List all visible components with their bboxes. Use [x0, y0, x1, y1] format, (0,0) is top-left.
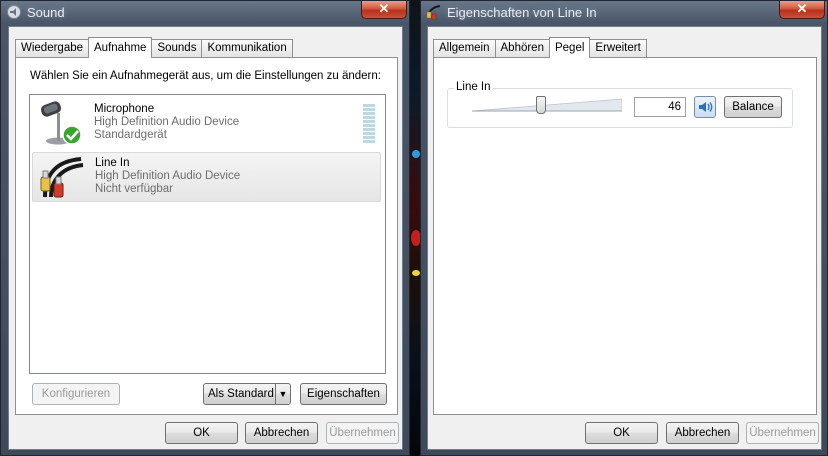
tab-bar: Wiedergabe Aufnahme Sounds Kommunikation [15, 37, 293, 58]
line-in-cable-icon [40, 157, 84, 198]
line-in-properties-window: Eigenschaften von Line In ✕ Allgemein Ab… [420, 0, 828, 456]
mute-toggle-button[interactable] [694, 96, 716, 118]
level-value-field[interactable]: 46 [634, 97, 686, 117]
slider-thumb[interactable] [536, 96, 546, 114]
list-item-line-in[interactable]: Line In High Definition Audio Device Nic… [32, 152, 381, 202]
tab-abhoeren[interactable]: Abhören [494, 39, 550, 57]
cancel-button[interactable]: Abbrechen [666, 422, 739, 444]
dialog-client-area: Allgemein Abhören Pegel Erweitert Line I… [427, 26, 822, 450]
level-slider[interactable] [472, 96, 622, 114]
device-name: Line In [95, 157, 130, 169]
device-name: Microphone [94, 103, 155, 115]
set-default-button[interactable]: Als Standard ▼ [203, 383, 291, 405]
tab-panel: Wählen Sie ein Aufnahmegerät aus, um die… [15, 57, 398, 415]
desktop-decoration [412, 270, 420, 276]
ok-button[interactable]: OK [585, 422, 658, 444]
tab-wiedergabe[interactable]: Wiedergabe [15, 39, 90, 57]
cancel-button[interactable]: Abbrechen [245, 422, 318, 444]
slider-wedge [472, 98, 622, 112]
dropdown-arrow-icon[interactable]: ▼ [275, 384, 290, 404]
tab-sounds[interactable]: Sounds [151, 39, 203, 57]
speaker-volume-icon [699, 102, 713, 112]
recording-device-list[interactable]: Microphone High Definition Audio Device … [29, 94, 386, 374]
tab-pegel[interactable]: Pegel [548, 37, 591, 58]
ok-button[interactable]: OK [165, 422, 238, 444]
tab-kommunikation[interactable]: Kommunikation [201, 39, 293, 57]
dialog-client-area: Wiedergabe Aufnahme Sounds Kommunikation… [8, 26, 403, 450]
level-group: Line In 46 Balance [447, 81, 793, 128]
level-group-label: Line In [454, 81, 493, 93]
tab-aufnahme[interactable]: Aufnahme [88, 37, 153, 58]
device-status: Nicht verfügbar [95, 183, 173, 195]
window-title: Sound [27, 5, 65, 20]
device-description: High Definition Audio Device [94, 116, 240, 128]
tab-allgemein[interactable]: Allgemein [433, 39, 496, 57]
device-status: Standardgerät [94, 129, 167, 141]
close-button[interactable]: ✕ [779, 1, 825, 19]
sound-app-icon [7, 5, 21, 19]
close-button[interactable]: ✕ [361, 1, 407, 19]
sound-window: Sound ✕ Wiedergabe Aufnahme Sounds Kommu… [0, 0, 410, 456]
line-in-cable-small-icon [426, 5, 441, 20]
properties-button[interactable]: Eigenschaften [300, 383, 387, 405]
balance-button[interactable]: Balance [724, 96, 782, 118]
tab-erweitert[interactable]: Erweitert [589, 39, 647, 57]
level-meter [363, 104, 375, 144]
device-description: High Definition Audio Device [95, 170, 241, 182]
microphone-default-icon [40, 101, 82, 145]
configure-button[interactable]: Konfigurieren [32, 383, 120, 405]
set-default-label: Als Standard [208, 388, 274, 400]
list-item-microphone[interactable]: Microphone High Definition Audio Device … [32, 98, 381, 148]
instruction-text: Wählen Sie ein Aufnahmegerät aus, um die… [30, 70, 381, 82]
desktop-decoration [412, 150, 420, 158]
tab-panel: Line In 46 Balance [433, 57, 817, 415]
apply-button[interactable]: Übernehmen [326, 422, 399, 444]
apply-button[interactable]: Übernehmen [746, 422, 819, 444]
tab-bar: Allgemein Abhören Pegel Erweitert [433, 37, 647, 58]
window-title: Eigenschaften von Line In [447, 5, 597, 20]
